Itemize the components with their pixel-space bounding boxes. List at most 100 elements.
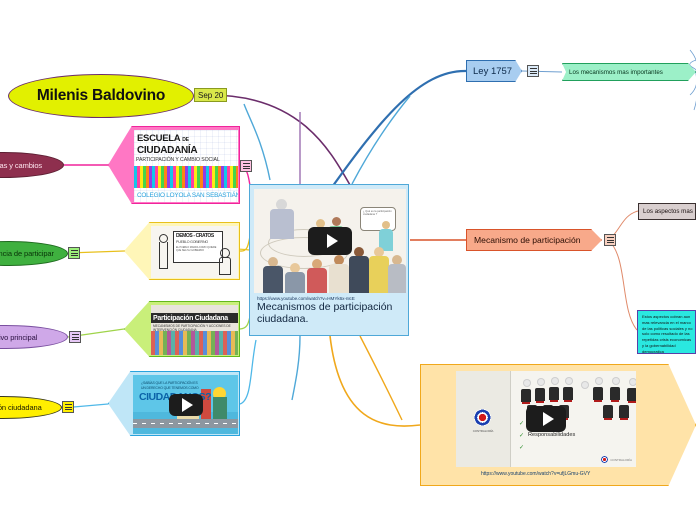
person-head: [523, 379, 531, 387]
check-icon: ✓: [519, 445, 525, 451]
person-head: [612, 377, 620, 385]
escuela-title-de: DE: [182, 137, 189, 143]
person-head: [595, 377, 603, 385]
note-icon[interactable]: [69, 331, 81, 343]
note-icon[interactable]: [240, 160, 252, 172]
check-icon: ✓: [519, 421, 525, 427]
note-icon[interactable]: [604, 234, 616, 246]
escuela-crowd-graphic: [134, 166, 238, 188]
play-icon[interactable]: [168, 393, 203, 416]
participacion-banner: Participación Ciudadana: [151, 313, 238, 323]
play-icon[interactable]: [308, 227, 352, 255]
demos-board-title: DEMOS - CRATOS: [176, 233, 214, 239]
chair: [549, 387, 559, 402]
play-icon[interactable]: [526, 406, 566, 432]
audience-body: [329, 264, 349, 293]
image-node-participacion-ciudadana[interactable]: Participación Ciudadana MECANISMOS DE PA…: [124, 301, 240, 357]
estos-aspectos-text: Estos aspectos cobran aun mas relevancia…: [642, 314, 693, 354]
contraloria-logo-text: CONTRALORÍA: [472, 429, 494, 433]
node-mecanismos-importantes[interactable]: Los mecanismos mas importantes: [562, 63, 696, 81]
chair: [603, 405, 613, 420]
person-head: [537, 378, 545, 386]
chair: [610, 387, 620, 402]
contraloria-brand-icon: [601, 456, 609, 463]
escuela-subtitle: PARTICIPACIÓN Y CAMBIO SOCIAL: [136, 157, 220, 163]
demos-person-right: [218, 248, 231, 275]
road: [133, 419, 238, 428]
root-label: Milenis Baldovino: [36, 87, 166, 104]
ciudadanos-thumbnail: ¿SABÍAS QUE LA PARTICIPACIÓN ES UN DEREC…: [133, 375, 238, 434]
topic-expectativas-y-cambios[interactable]: Expectativas y cambios: [0, 152, 64, 178]
topic-label: La importancia de participar: [0, 249, 54, 258]
speech-bubble: ¿ Qué es la participación ciudadana ?: [360, 207, 396, 231]
person-head: [565, 377, 573, 385]
note-icon[interactable]: [62, 401, 74, 413]
node-mecanismo-participacion[interactable]: Mecanismo de participación: [466, 229, 602, 251]
central-title: Mecanismos de participación ciudadana.: [257, 301, 393, 325]
mecanismos-label: Los mecanismos mas importantes: [569, 68, 663, 76]
check-icon: ✓: [519, 433, 525, 439]
topic-participacion-ciudadana[interactable]: Participación ciudadana: [0, 396, 62, 419]
node-ley-1757[interactable]: Ley 1757: [466, 60, 522, 82]
contraloria-logo-icon: [474, 409, 491, 426]
audience-head: [382, 221, 390, 229]
contraloria-brand: CONTRALORÍA: [601, 456, 632, 463]
presenter-head: [581, 381, 589, 389]
topic-label: El objetivo principal: [0, 332, 38, 342]
contraloria-bullet-2: Responsabilidades: [528, 432, 576, 438]
demos-board-sub: PUEBLO GOBIERNO: [176, 240, 208, 244]
topic-objetivo-principal[interactable]: El objetivo principal: [0, 325, 68, 349]
escuela-footer: COLEGIO LOYOLA SAN SEBASTIÁN: [137, 192, 238, 199]
node-aspectos[interactable]: Los aspectos mas: [638, 203, 696, 220]
contraloria-thumbnail[interactable]: CONTRALORÍA ✓ ✓ Responsabilidades ✓ CONT…: [456, 371, 636, 467]
person-head: [551, 377, 559, 385]
ley-label: Ley 1757: [473, 65, 513, 77]
contraloria-video-url[interactable]: https://www.youtube.com/watch?v=ufjLGmu-…: [481, 471, 590, 477]
date-chip-label: Sep 20: [198, 90, 224, 100]
note-icon[interactable]: [68, 247, 80, 259]
escuela-title-line1: ESCUELA DE: [137, 134, 236, 144]
audience-body: [307, 268, 327, 293]
speech-bubble-text: ¿ Qué es la participación ciudadana ?: [363, 210, 392, 217]
audience-body: [285, 272, 305, 293]
escuela-poster: ESCUELA DE CIUDADANÍA PARTICIPACIÓN Y CA…: [134, 130, 238, 202]
aspectos-label: Los aspectos mas: [643, 208, 693, 215]
topic-importancia-de-participar[interactable]: La importancia de participar: [0, 241, 68, 266]
audience-body: [369, 256, 389, 293]
person-head: [629, 378, 636, 386]
image-node-demos-cratos[interactable]: DEMOS - CRATOS PUEBLO GOBIERNO EL PUEBLO…: [124, 222, 240, 280]
demos-chalkboard: DEMOS - CRATOS PUEBLO GOBIERNO EL PUEBLO…: [173, 231, 223, 263]
demos-cartoon: DEMOS - CRATOS PUEBLO GOBIERNO EL PUEBLO…: [151, 226, 238, 278]
building: [213, 397, 227, 419]
ciudadanos-line1: ¿SABÍAS QUE LA PARTICIPACIÓN ES: [141, 381, 198, 385]
ciudadanos-line2: UN DERECHO QUE TENEMOS COMO: [141, 386, 199, 390]
central-video-thumbnail[interactable]: ¿ Qué es la participación ciudadana ?: [254, 189, 406, 293]
demos-board-body: EL PUEBLO MANDA COMO QUIERE QUE SEA SU G…: [176, 246, 217, 252]
speaker-body: [270, 209, 294, 239]
central-node[interactable]: ¿ Qué es la participación ciudadana ? ht…: [249, 184, 409, 336]
audience-body: [263, 266, 283, 293]
node-estos-aspectos[interactable]: Estos aspectos cobran aun mas relevancia…: [637, 310, 696, 354]
video-node-ciudadanos[interactable]: ¿SABÍAS QUE LA PARTICIPACIÓN ES UN DEREC…: [108, 371, 240, 436]
note-icon[interactable]: [527, 65, 539, 77]
escuela-title-main: ESCUELA: [137, 134, 180, 144]
audience-head: [332, 217, 341, 226]
image-node-escuela-ciudadania[interactable]: ESCUELA DE CIUDADANÍA PARTICIPACIÓN Y CA…: [108, 126, 240, 204]
audience-body: [349, 256, 369, 293]
root-node[interactable]: Milenis Baldovino: [8, 74, 194, 118]
chair: [563, 387, 573, 402]
topic-label: Participación ciudadana: [0, 403, 42, 412]
road-line: [133, 423, 238, 424]
video-node-contraloria[interactable]: CONTRALORÍA ✓ ✓ Responsabilidades ✓ CONT…: [420, 364, 696, 486]
demos-person-left: [158, 234, 168, 270]
date-chip[interactable]: Sep 20: [194, 88, 228, 102]
chair: [535, 388, 545, 403]
chair: [627, 388, 636, 403]
contraloria-logo-panel: CONTRALORÍA: [456, 371, 511, 467]
mindmap-canvas[interactable]: Milenis Baldovino Sep 20 Expectativas y …: [0, 0, 696, 520]
chair: [593, 387, 603, 402]
participacion-crowd-graphic: [151, 331, 238, 355]
topic-label: Expectativas y cambios: [0, 160, 43, 170]
escuela-title-line2: CIUDADANÍA: [137, 145, 198, 156]
participacion-poster: Participación Ciudadana MECANISMOS DE PA…: [151, 305, 238, 355]
